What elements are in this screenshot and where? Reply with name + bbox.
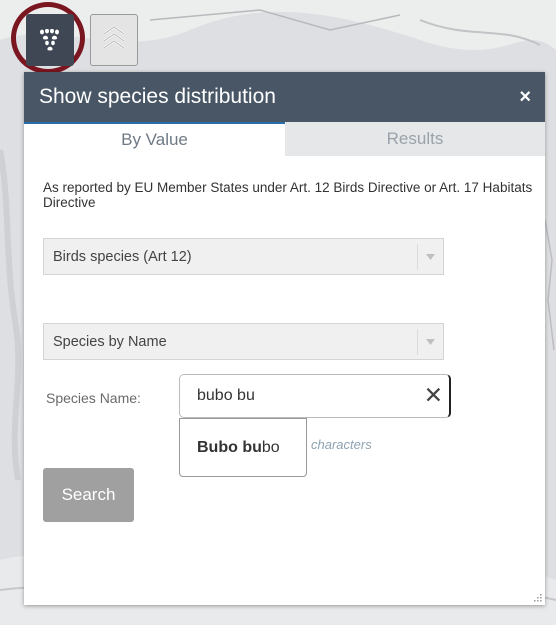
description-text: As reported by EU Member States under Ar…: [43, 180, 533, 210]
species-distribution-panel: Show species distribution × By Value Res…: [24, 72, 545, 605]
search-button[interactable]: Search: [43, 468, 134, 522]
layers-icon: [103, 25, 125, 49]
tab-by-value[interactable]: By Value: [24, 122, 285, 156]
species-group-select[interactable]: Birds species (Art 12): [43, 238, 444, 275]
search-mode-value: Species by Name: [53, 333, 167, 350]
species-name-input[interactable]: bubo bu ✕: [179, 374, 451, 418]
paw-prints-icon: [40, 29, 59, 51]
species-group-value: Birds species (Art 12): [53, 248, 192, 265]
species-name-label: Species Name:: [46, 390, 141, 406]
tab-results[interactable]: Results: [285, 122, 545, 156]
species-distribution-button[interactable]: [26, 14, 74, 66]
search-mode-select[interactable]: Species by Name: [43, 323, 444, 360]
tab-bar: By Value Results: [24, 122, 545, 156]
chevron-down-icon[interactable]: [417, 329, 443, 355]
hint-text: characters: [311, 437, 372, 452]
suggestion-rest: bo: [261, 438, 280, 456]
panel-header: Show species distribution ×: [24, 72, 545, 122]
clear-icon[interactable]: ✕: [424, 384, 443, 407]
chevron-down-icon[interactable]: [417, 244, 443, 270]
suggestion-match: Bubo bu: [197, 438, 262, 456]
resize-grip-icon[interactable]: [532, 592, 542, 602]
autocomplete-suggestion[interactable]: Bubo bu bo: [179, 418, 307, 477]
close-icon[interactable]: ×: [519, 87, 531, 107]
species-name-value: bubo bu: [197, 387, 255, 404]
layers-button[interactable]: [90, 14, 138, 66]
panel-title: Show species distribution: [39, 85, 276, 108]
